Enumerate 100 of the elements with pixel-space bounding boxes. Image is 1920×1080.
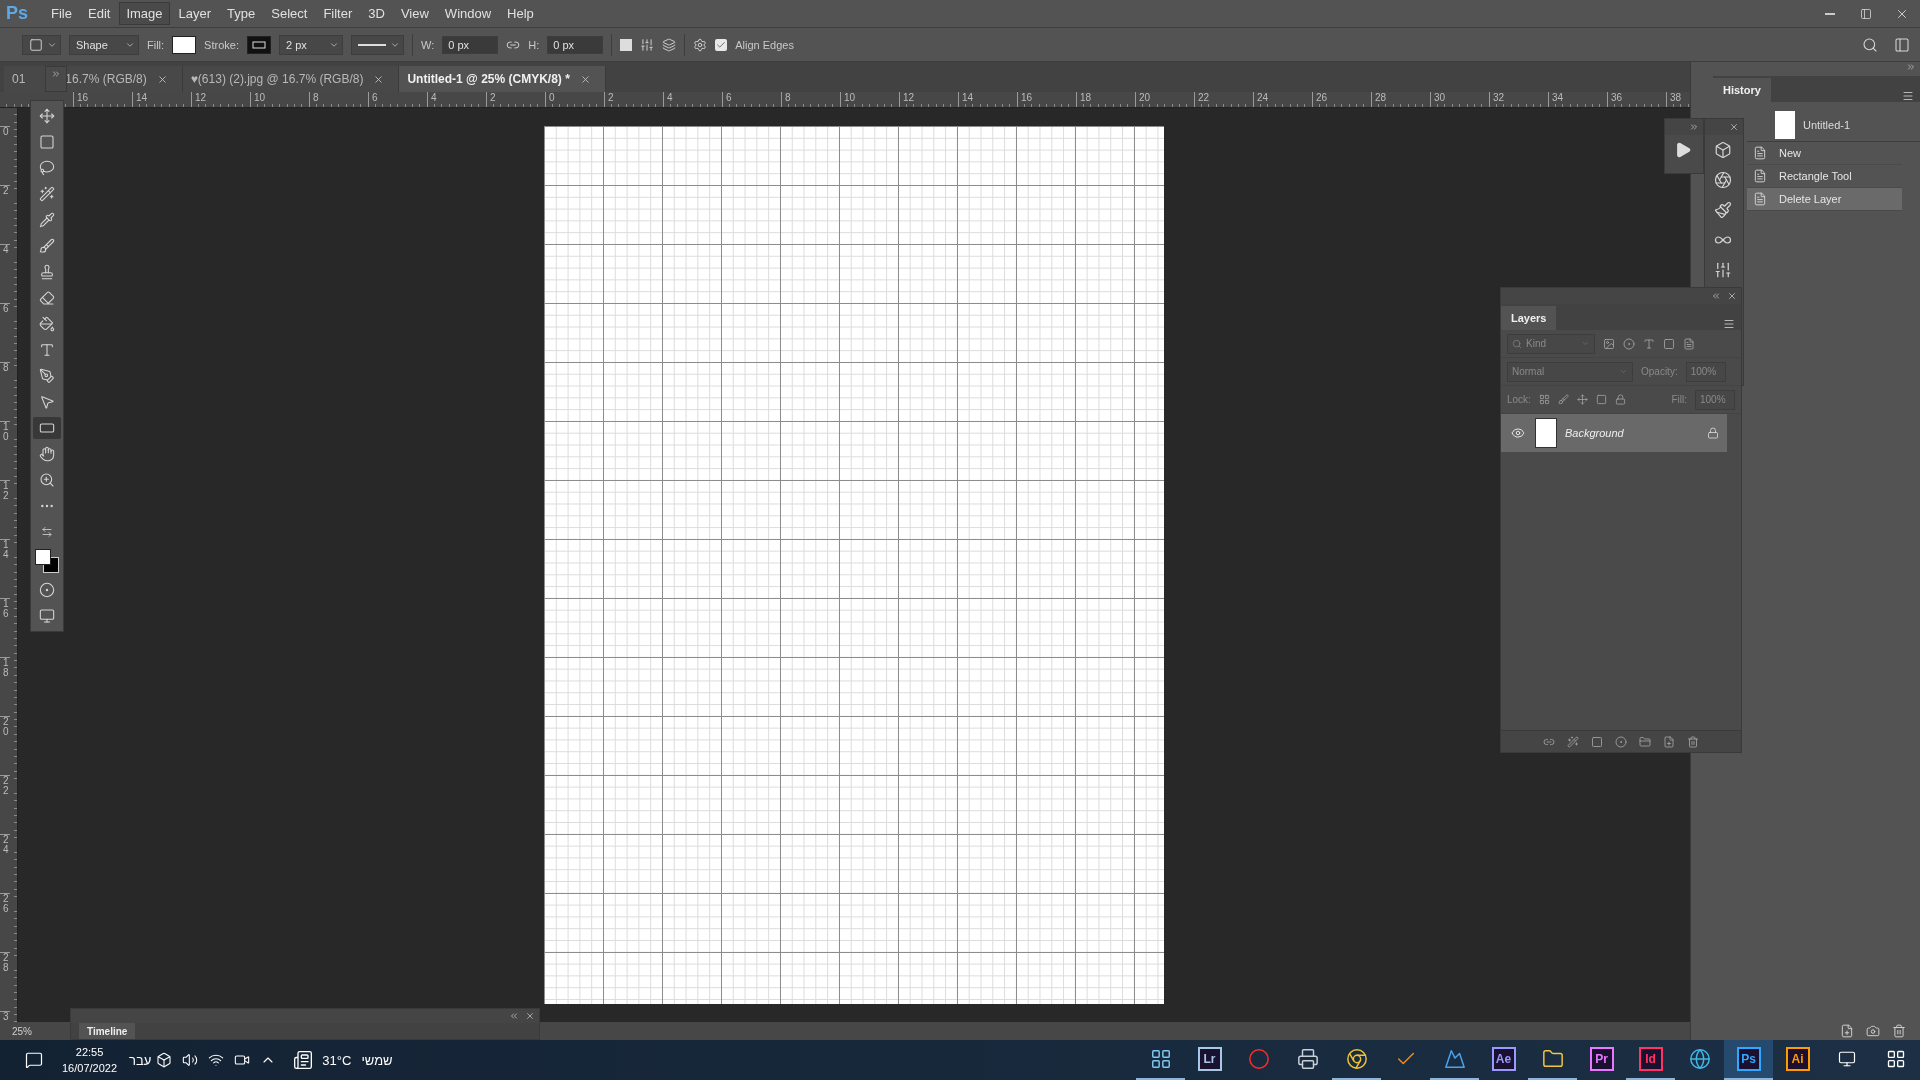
height-label: H: bbox=[528, 38, 540, 51]
settings-icon bbox=[693, 37, 708, 52]
taskbar-app-button[interactable]: Id bbox=[1626, 1040, 1675, 1080]
move-icon bbox=[39, 108, 55, 124]
browser-icon bbox=[1345, 1048, 1368, 1070]
history-item[interactable]: Delete Layer bbox=[1747, 188, 1902, 211]
layers-footer-button[interactable] bbox=[1687, 735, 1699, 748]
stroke-width-dropdown[interactable]: 2 px bbox=[278, 34, 343, 55]
visibility-toggle[interactable] bbox=[1511, 426, 1527, 440]
document-icon bbox=[1753, 192, 1767, 206]
history-tab[interactable]: History bbox=[1713, 78, 1771, 102]
mode-dropdown[interactable]: Shape bbox=[69, 34, 139, 55]
news-button[interactable] bbox=[293, 1050, 314, 1070]
weather-text[interactable]: שמשי bbox=[361, 1052, 393, 1068]
menu-item[interactable]: Layer bbox=[171, 2, 219, 25]
camera-button[interactable] bbox=[234, 1052, 251, 1068]
fill-label: Fill: bbox=[147, 38, 165, 51]
record-icon bbox=[1247, 1048, 1270, 1070]
snapshot-button[interactable] bbox=[1866, 1024, 1880, 1038]
app-icon: Ai bbox=[1785, 1047, 1810, 1071]
temperature[interactable]: 31°C bbox=[322, 1052, 352, 1068]
menu-item[interactable]: File bbox=[44, 2, 79, 25]
taskbar-app-button[interactable]: Ps bbox=[1724, 1040, 1773, 1080]
menu-item[interactable]: Filter bbox=[316, 2, 360, 25]
workspace-icon bbox=[1894, 36, 1910, 53]
menu-item[interactable]: Select bbox=[264, 2, 315, 25]
clock[interactable]: 22:55 16/07/2022 bbox=[62, 1044, 118, 1076]
brushes-icon bbox=[1714, 201, 1732, 219]
taskbar-app-button[interactable]: Lr bbox=[1185, 1040, 1234, 1080]
timeline-tab[interactable]: Timeline bbox=[79, 1023, 136, 1039]
stroke-swatch[interactable] bbox=[246, 35, 271, 54]
close-icon bbox=[1729, 122, 1739, 132]
volume-button[interactable] bbox=[182, 1052, 199, 1068]
type-icon bbox=[1643, 337, 1655, 350]
search-icon bbox=[1862, 36, 1878, 53]
printer-icon bbox=[1296, 1048, 1319, 1070]
layers-footer-button[interactable] bbox=[1615, 735, 1627, 748]
taskbar-app-button[interactable]: Pr bbox=[1577, 1040, 1626, 1080]
new-document-button[interactable] bbox=[1840, 1024, 1854, 1038]
menu-item[interactable]: Help bbox=[500, 2, 541, 25]
document-tab[interactable]: ♥(613) (2).jpg @ 16.7% (RGB/8) bbox=[182, 66, 400, 92]
delete-button[interactable] bbox=[1892, 1024, 1906, 1038]
document-tab[interactable]: Untitled-1 @ 25% (CMYK/8) * bbox=[399, 66, 606, 92]
fill-label: Fill: bbox=[1671, 394, 1687, 405]
box-icon bbox=[156, 1052, 173, 1068]
layer-thumbnail bbox=[1535, 418, 1557, 448]
settings-button[interactable] bbox=[693, 37, 708, 52]
stroke-label: Stroke: bbox=[204, 38, 239, 51]
path-operations-button[interactable] bbox=[620, 38, 633, 51]
type-icon bbox=[39, 342, 55, 358]
align-edges-checkbox[interactable] bbox=[715, 38, 728, 51]
adjustment-icon bbox=[1615, 735, 1627, 748]
app-icon: Ps bbox=[1736, 1047, 1761, 1071]
color-swatches[interactable] bbox=[33, 547, 61, 575]
layers-tab[interactable]: Layers bbox=[1501, 306, 1557, 330]
widget-icon bbox=[1149, 1048, 1172, 1070]
menu-item[interactable]: Image bbox=[119, 2, 170, 25]
taskbar-app-button[interactable]: Ai bbox=[1773, 1040, 1822, 1080]
layers-footer-button[interactable] bbox=[1663, 735, 1675, 748]
opacity-label: Opacity: bbox=[1641, 366, 1678, 377]
language-indicator[interactable]: עבר bbox=[129, 1052, 152, 1068]
collapse-icon bbox=[1711, 291, 1721, 301]
lock-icon bbox=[1707, 427, 1719, 439]
message-icon bbox=[25, 1051, 43, 1069]
lock-paint-icon bbox=[1557, 394, 1569, 405]
pen-icon bbox=[39, 368, 55, 384]
expand-icon bbox=[51, 69, 61, 79]
menu-item[interactable]: Window bbox=[437, 2, 499, 25]
workspace-button[interactable] bbox=[1894, 36, 1910, 53]
menu-item[interactable]: View bbox=[393, 2, 436, 25]
search-button[interactable] bbox=[1862, 36, 1878, 53]
stroke-type-dropdown[interactable] bbox=[350, 34, 404, 55]
zoom-level[interactable]: 25% bbox=[0, 1025, 50, 1037]
sliders-icon bbox=[1714, 261, 1732, 279]
eraser-icon bbox=[39, 290, 55, 306]
tool-button[interactable] bbox=[33, 417, 61, 439]
expand-icon bbox=[1906, 62, 1916, 72]
app-icon: Ae bbox=[1491, 1047, 1516, 1071]
cloud-sync-button[interactable] bbox=[156, 1052, 173, 1068]
app-icon: Id bbox=[1638, 1047, 1663, 1071]
newspaper-icon bbox=[293, 1050, 314, 1070]
layer-row[interactable]: Background bbox=[1501, 414, 1727, 452]
taskbar-app-button[interactable]: Ae bbox=[1479, 1040, 1528, 1080]
network-button[interactable] bbox=[208, 1052, 225, 1068]
path-arrangement-button[interactable] bbox=[662, 37, 677, 52]
menu-item[interactable]: Type bbox=[220, 2, 263, 25]
notifications-button[interactable] bbox=[25, 1051, 43, 1069]
width-field[interactable]: 0 px bbox=[442, 35, 499, 54]
search-icon bbox=[1512, 338, 1522, 349]
height-field[interactable]: 0 px bbox=[547, 35, 604, 54]
collapse-icon bbox=[509, 1011, 519, 1021]
video-icon bbox=[234, 1052, 251, 1068]
menu-item[interactable]: 3D bbox=[361, 2, 392, 25]
menu-item[interactable]: Edit bbox=[81, 2, 118, 25]
fill-swatch[interactable] bbox=[172, 35, 197, 54]
tool-preset-picker[interactable] bbox=[22, 34, 61, 55]
caret-icon bbox=[1619, 367, 1628, 376]
eye-icon bbox=[1511, 426, 1525, 440]
app-icon: Lr bbox=[1197, 1047, 1222, 1071]
layers-footer-button[interactable] bbox=[1639, 735, 1651, 748]
